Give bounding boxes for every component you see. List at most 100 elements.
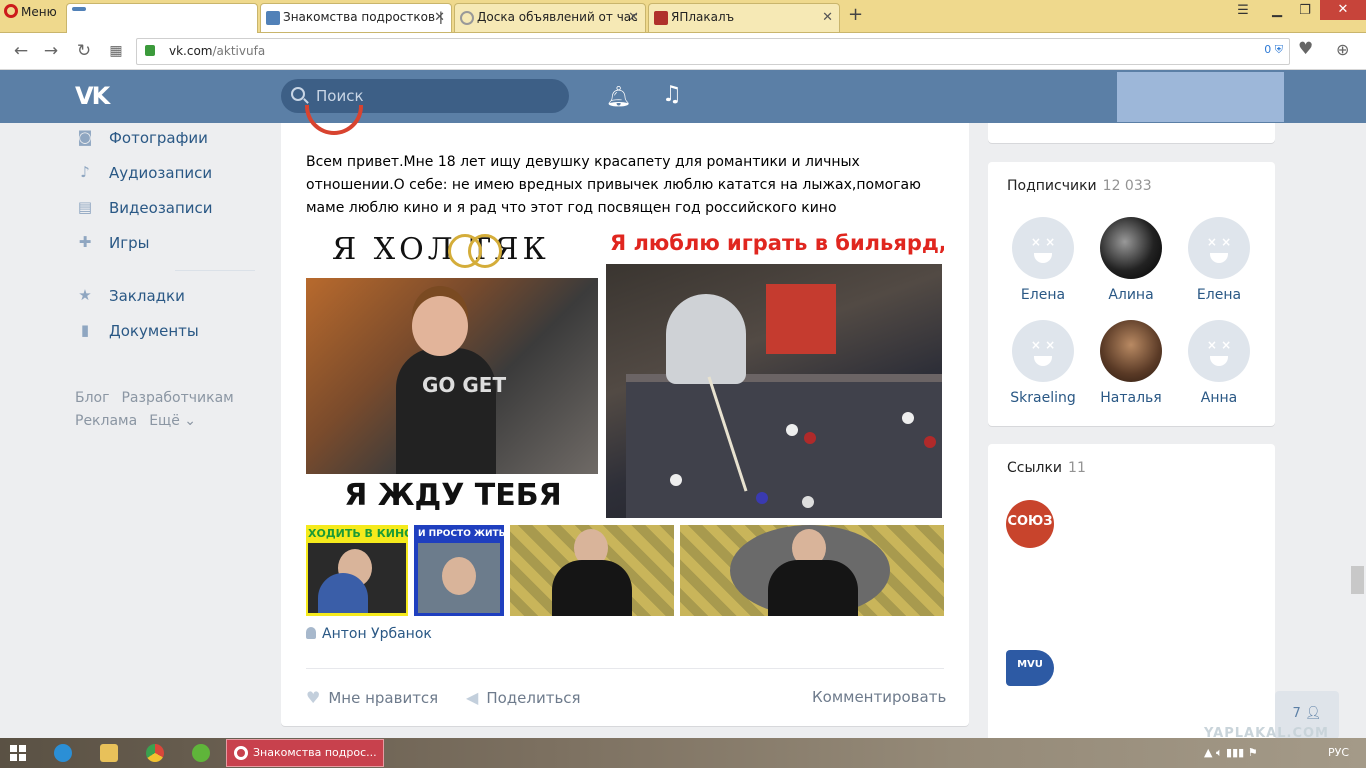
subscriber-item[interactable]: Елена [1174,217,1264,303]
vk-logo-icon[interactable]: VK [75,82,110,110]
green-app-icon[interactable] [192,744,210,762]
default-avatar-icon [1012,217,1074,279]
address-toolbar: ← → ↻ ▦ vk.com/aktivufa 0 ⛨ ♥ ⊕ [0,33,1366,70]
tab-favicon [72,7,86,11]
sidebar-divider [175,270,255,271]
system-tray[interactable]: ▲ 🔈︎ ▮▮▮ ⚑ [1204,746,1258,760]
post-author-avatar[interactable] [305,105,363,135]
links-title[interactable]: Ссылки 11 [1007,460,1086,476]
right-block-top [988,123,1275,143]
restore-icon[interactable]: ❐ [1290,0,1320,22]
photo-boy-on-sofa: GO GET [306,278,598,474]
camera-icon: ◙ [77,128,93,146]
wedding-rings-icon [448,230,506,276]
internet-explorer-icon[interactable] [54,744,72,762]
photo-caption-title: Я ХОЛ ТЯК [332,232,550,267]
tab-close-icon[interactable]: ✕ [822,4,833,31]
stash-heart-icon[interactable]: ♥ [1298,39,1313,59]
browser-menu-button[interactable]: Меню [0,0,62,26]
subscribers-block: Подписчики12 033 Елена Алина Елена Skrae… [988,162,1275,426]
heart-icon: ♥ [306,688,321,707]
vk-header: VK Поиск 🔔︎ ♫ [0,70,1366,123]
left-sidebar: ◙ Фотографии ♪ Аудиозаписи ▤ Видеозаписи ✚ И… [75,123,265,351]
subscriber-item[interactable]: Наталья [1086,320,1176,406]
new-tab-plus-icon[interactable]: + [848,4,863,25]
window-close-icon[interactable]: ✕ [1320,0,1366,20]
gamepad-icon: ✚ [78,233,92,251]
link-mvu-logo[interactable]: MVU [1006,646,1056,690]
film-icon: ▤ [77,198,93,216]
footer-links: Блог Разработчикам Реклама Ещё ⌄ [75,387,265,433]
tab-vk-znakomstva[interactable]: Знакомства подростков | ✕ [260,3,452,32]
music-icon: ♪ [80,163,90,181]
vk-favicon-icon [266,11,280,25]
document-icon: ▮ [80,321,90,339]
post-photo-billiards[interactable]: Я люблю играть в бильярд, [606,226,944,518]
privacy-shield-icon[interactable]: 0 ⛨ [1264,43,1283,57]
page-scrollbar-thumb[interactable] [1351,566,1364,594]
subscribers-title[interactable]: Подписчики 12 033 [1007,178,1152,194]
tab-yaplakal[interactable]: ЯПлакалъ ✕ [648,3,840,32]
extension-icon[interactable]: ⊕ [1336,40,1349,59]
footer-link-blog[interactable]: Блог [75,390,109,406]
post-signature[interactable]: Антон Урбанок [306,626,432,642]
address-url: vk.com/aktivufa [169,44,266,58]
music-player-icon[interactable]: ♫ [662,82,682,107]
windows-start-icon[interactable] [10,745,26,761]
footer-link-developers[interactable]: Разработчикам [121,390,233,406]
footer-link-ads[interactable]: Реклама [75,413,137,429]
megaphone-icon: ◀ [466,688,479,707]
link-soyuz-logo[interactable]: СОЮЗ [1006,500,1054,548]
tab-close-icon[interactable]: ✕ [434,4,445,31]
watermark-text: YAPLAKAL.COM [1204,726,1329,741]
sidebar-item-bookmarks[interactable]: ★ Закладки [75,281,265,316]
tab-close-icon[interactable]: ✕ [628,4,639,31]
address-field[interactable]: vk.com/aktivufa 0 ⛨ [136,38,1290,65]
forward-arrow-icon[interactable]: → [40,41,62,61]
post-photo-kholostyak[interactable]: Я ХОЛ ТЯК GO GET Я ЖДУ ТЕБЯ [306,226,600,518]
user-icon [306,627,316,639]
links-block: Ссылки 11 СОЮЗ MVU [988,444,1275,744]
file-explorer-icon[interactable] [100,744,118,762]
notifications-bell-icon[interactable]: 🔔︎ [606,84,631,108]
comment-button[interactable]: Комментировать [812,688,946,706]
post-thumb-suit-2[interactable] [680,525,944,616]
language-indicator[interactable]: РУС [1328,746,1349,759]
minimize-icon[interactable]: ▁ [1262,0,1292,22]
post-divider [306,668,944,669]
share-button[interactable]: ◀ Поделиться [466,688,581,707]
footer-link-more[interactable]: Ещё ⌄ [149,413,196,429]
post-text: Всем привет.Мне 18 лет ищу девушку краса… [306,154,921,216]
like-button[interactable]: ♥ Мне нравится [306,688,438,707]
loading-spinner-icon [460,11,474,25]
tab-menu-icon[interactable]: ☰ [1228,0,1258,22]
back-arrow-icon[interactable]: ← [10,41,32,61]
post-thumb-suit-1[interactable] [510,525,674,616]
star-icon: ★ [78,286,92,304]
post-thumb-zhit[interactable]: И ПРОСТО ЖИТЬ ! [414,525,504,616]
windows-taskbar: Знакомства подрос... ▲ 🔈︎ ▮▮▮ ⚑ РУС [0,738,1366,768]
speed-dial-grid-icon[interactable]: ▦ [105,43,127,59]
taskbar-opera-window[interactable]: Знакомства подрос... [226,739,384,767]
wall-post: Всем привет.Мне 18 лет ищу девушку краса… [281,105,969,726]
opera-logo-icon [4,4,18,18]
sidebar-item-documents[interactable]: ▮ Документы [75,316,265,351]
profile-menu[interactable] [1117,72,1284,122]
subscriber-item[interactable]: Алина [1086,217,1176,303]
subscriber-item[interactable]: Анна [1174,320,1264,406]
subscriber-item[interactable]: Skraeling [998,320,1088,406]
post-thumb-kino[interactable]: ХОДИТЬ В КИНО [306,525,408,616]
default-avatar-icon [1188,320,1250,382]
subscriber-item[interactable]: Елена [998,217,1088,303]
chrome-icon[interactable] [146,744,164,762]
sidebar-item-games[interactable]: ✚ Игры [75,228,265,263]
sidebar-item-audio[interactable]: ♪ Аудиозаписи [75,158,265,193]
yaplakal-favicon-icon [654,11,668,25]
sidebar-item-photos[interactable]: ◙ Фотографии [75,123,265,158]
photo-billiard-table [606,264,942,518]
reload-icon[interactable]: ↻ [73,41,95,61]
tab-doska[interactable]: Доска объявлений от час ✕ [454,3,646,32]
shirt-print-text: GO GET [422,373,507,397]
sidebar-item-video[interactable]: ▤ Видеозаписи [75,193,265,228]
tab-blank[interactable] [66,3,258,33]
